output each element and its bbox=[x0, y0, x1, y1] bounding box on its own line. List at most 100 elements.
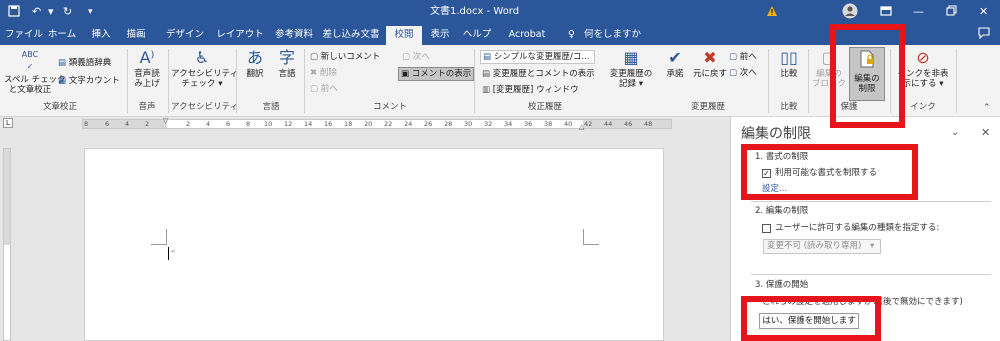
redo-icon[interactable]: ↻ bbox=[63, 5, 72, 19]
tell-me-label: 何をしますか bbox=[584, 29, 642, 40]
ruler-number: 2 bbox=[186, 120, 191, 128]
previous-comment-label: 前へ bbox=[320, 84, 338, 94]
check-accessibility-button[interactable]: ♿ アクセシビリティ チェック ▾ bbox=[171, 49, 238, 90]
markup-icon: ▤ bbox=[483, 52, 492, 62]
ruler-number: 40 bbox=[564, 120, 573, 128]
ruler-number: 36 bbox=[524, 120, 533, 128]
new-comment-icon: ▢ bbox=[310, 52, 319, 62]
vertical-ruler bbox=[0, 131, 14, 341]
ruler-number: 8 bbox=[84, 120, 89, 128]
word-count-label: 文字カウント bbox=[68, 76, 120, 86]
next-comment-button[interactable]: ▢ 次へ bbox=[402, 51, 430, 63]
pane-title: 編集の制限 bbox=[741, 126, 811, 142]
ruler-number: 46 bbox=[624, 120, 633, 128]
tab-references[interactable]: 参考資料 bbox=[271, 26, 317, 45]
lightbulb-icon: ♀ bbox=[568, 29, 575, 40]
ruler-number: 26 bbox=[424, 120, 433, 128]
group-separator bbox=[168, 49, 169, 113]
accessibility-label: アクセシビリティ bbox=[171, 69, 239, 79]
tab-insert[interactable]: 挿入 bbox=[88, 26, 114, 45]
restore-icon[interactable] bbox=[946, 5, 957, 20]
undo-dropdown-icon[interactable]: ▾ bbox=[48, 5, 54, 19]
tab-file[interactable]: ファイル bbox=[5, 26, 43, 45]
title-bar: ↶ ▾ ↻ ▾ 文書1.docx - Word — ✕ bbox=[0, 0, 1000, 24]
pane-close-icon[interactable]: ✕ bbox=[981, 126, 990, 139]
save-icon[interactable] bbox=[8, 5, 20, 21]
ruler-number: 6 bbox=[105, 120, 110, 128]
show-comments-label: コメントの表示 bbox=[411, 69, 472, 79]
delete-comment-icon: ✖ bbox=[310, 68, 318, 78]
tab-home[interactable]: ホーム bbox=[46, 26, 78, 45]
compare-label: 比較 bbox=[780, 69, 798, 79]
first-line-indent-marker[interactable]: ▽ bbox=[163, 117, 168, 125]
group-tracking-label: 校正履歴 bbox=[527, 102, 562, 112]
pane-options-icon[interactable]: ⌄ bbox=[951, 127, 959, 138]
comments-pane-icon[interactable] bbox=[978, 27, 990, 42]
ribbon-display-options-icon[interactable] bbox=[880, 5, 892, 21]
document-page[interactable]: ↵ bbox=[84, 148, 664, 341]
thesaurus-button[interactable]: ▤ 類義語辞典 bbox=[58, 57, 111, 69]
track-changes-icon: ▦ bbox=[623, 48, 639, 67]
markup-select-value: シンプルな変更履歴/コ... bbox=[493, 52, 590, 62]
allow-editing-checkbox[interactable] bbox=[762, 224, 771, 233]
track-changes-button[interactable]: ▦ 変更履歴の 記録 ▾ bbox=[604, 48, 658, 90]
thesaurus-label: 類義語辞典 bbox=[68, 58, 112, 68]
group-separator bbox=[808, 49, 809, 113]
tab-help[interactable]: ヘルプ bbox=[460, 26, 494, 45]
crop-mark-top-right bbox=[583, 229, 599, 245]
compare-button[interactable]: ▯▯ 比較 bbox=[774, 49, 804, 80]
editing-type-select[interactable]: 変更不可 (読み取り専用) ▾ bbox=[763, 239, 881, 254]
reject-button[interactable]: ✖ 元に戻す bbox=[692, 49, 728, 80]
tab-layout[interactable]: レイアウト bbox=[214, 26, 266, 45]
tab-review[interactable]: 校閲 bbox=[386, 26, 422, 45]
ruler-number: 24 bbox=[404, 120, 413, 128]
ruler-number: 38 bbox=[544, 120, 553, 128]
reviewing-pane-icon: ▥ bbox=[482, 85, 491, 95]
text-cursor bbox=[168, 247, 169, 260]
warning-icon[interactable] bbox=[766, 5, 778, 21]
delete-comment-label: 削除 bbox=[319, 68, 337, 78]
spell-check-label-2: と文章校正 bbox=[8, 85, 52, 95]
previous-change-icon: ▢ bbox=[729, 52, 738, 62]
next-change-button[interactable]: ▢ 次へ bbox=[729, 67, 757, 79]
ruler-number: 22 bbox=[384, 120, 393, 128]
next-change-label: 次へ bbox=[739, 68, 757, 78]
tab-acrobat[interactable]: Acrobat bbox=[504, 26, 550, 45]
account-icon[interactable] bbox=[842, 3, 858, 23]
reviewing-pane-button[interactable]: ▥ [変更履歴] ウィンドウ bbox=[482, 84, 579, 96]
delete-comment-button[interactable]: ✖ 削除 bbox=[310, 67, 337, 79]
read-aloud-button[interactable]: A⁾ 音声読 み上げ bbox=[130, 49, 164, 90]
hide-ink-label: インクを非表 bbox=[897, 69, 949, 79]
tab-design[interactable]: デザイン bbox=[165, 26, 205, 45]
next-comment-label: 次へ bbox=[412, 52, 430, 62]
accessibility-label-2: チェック ▾ bbox=[181, 79, 223, 89]
collapse-ribbon-icon[interactable]: ⌃ bbox=[983, 103, 991, 113]
tab-view[interactable]: 表示 bbox=[427, 26, 453, 45]
highlight-formatting-restrictions bbox=[741, 144, 918, 200]
translate-button[interactable]: あ 翻訳 bbox=[240, 49, 270, 80]
word-count-button[interactable]: ▦ 文字カウント bbox=[58, 75, 120, 87]
language-button[interactable]: 字 言語 bbox=[272, 49, 302, 80]
new-comment-button[interactable]: ▢ 新しいコメント bbox=[310, 51, 380, 63]
word-count-icon: ▦ bbox=[58, 76, 67, 86]
markup-display-select[interactable]: ▤ シンプルな変更履歴/コ... bbox=[480, 50, 595, 64]
minimize-icon[interactable]: — bbox=[913, 5, 924, 19]
previous-change-button[interactable]: ▢ 前へ bbox=[729, 51, 757, 63]
spelling-grammar-button[interactable]: ABC ✓ スペル チェック と文章校正 bbox=[4, 49, 66, 95]
hide-ink-label-2: 示にする ▾ bbox=[902, 79, 944, 89]
accept-button[interactable]: ✔ 承諾 bbox=[662, 49, 688, 80]
show-markup-button[interactable]: ▤ 変更履歴とコメントの表示 bbox=[482, 68, 595, 80]
tab-selector-icon[interactable]: L bbox=[3, 118, 13, 128]
tell-me-search[interactable]: ♀ 何をしますか bbox=[568, 26, 641, 43]
customize-qat-icon[interactable]: ▾ bbox=[88, 5, 93, 19]
tab-mailings[interactable]: 差し込み文書 bbox=[322, 26, 380, 45]
close-icon[interactable]: ✕ bbox=[979, 5, 988, 19]
undo-icon[interactable]: ↶ bbox=[32, 5, 41, 19]
group-language-label: 言語 bbox=[262, 102, 280, 112]
previous-comment-button[interactable]: ▢ 前へ bbox=[310, 83, 338, 95]
horizontal-ruler: L ▽ △ 8 6 4 2 2 4 6 8 10 12 14 16 18 20 … bbox=[0, 117, 730, 131]
show-comments-button[interactable]: ▣ コメントの表示 bbox=[398, 67, 475, 81]
ruler-number: 32 bbox=[484, 120, 493, 128]
top-margin-shade bbox=[4, 149, 10, 245]
tab-draw[interactable]: 描画 bbox=[123, 26, 149, 45]
